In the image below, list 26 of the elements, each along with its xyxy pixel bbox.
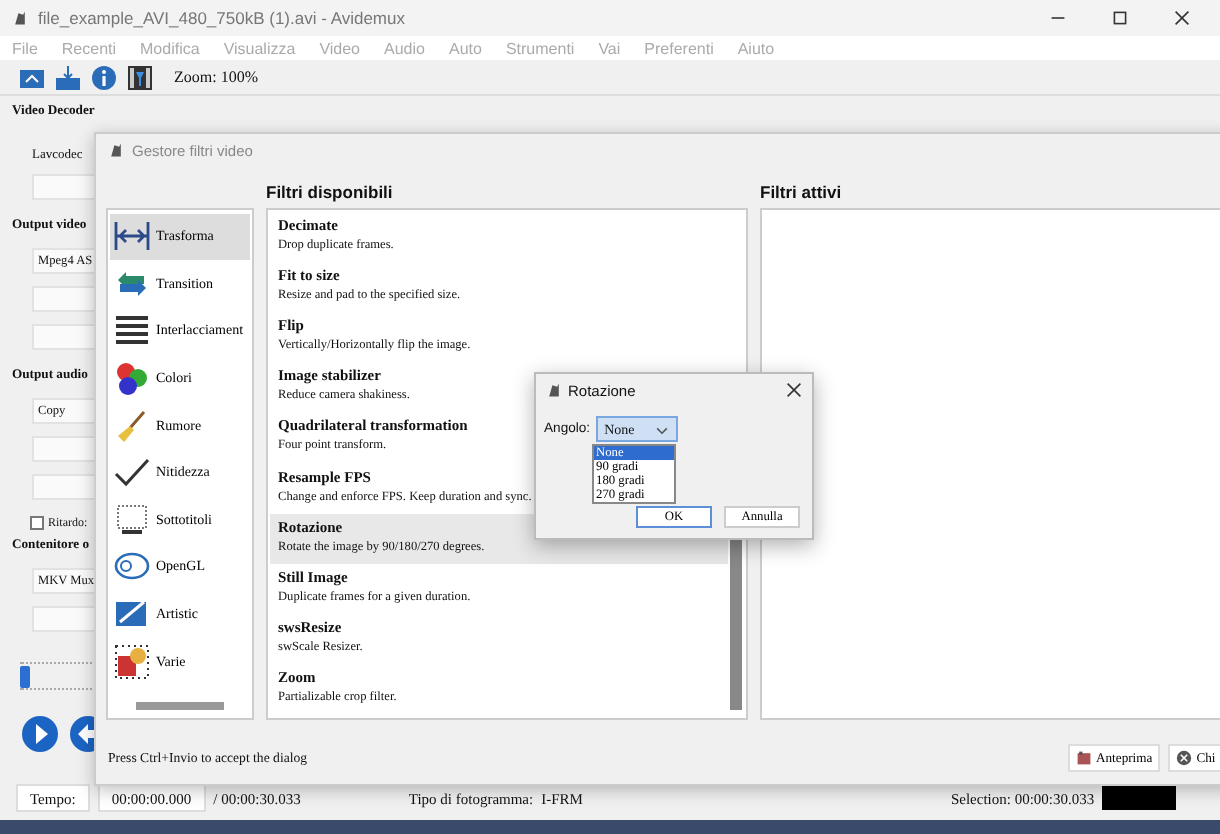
- app-icon: [108, 142, 124, 158]
- preview-area: [1102, 786, 1176, 810]
- double-arrow-icon: [114, 218, 150, 255]
- app-icon: [12, 10, 28, 26]
- app-icon: [546, 382, 562, 398]
- film-funnel-icon[interactable]: [126, 63, 154, 91]
- subtitle-icon: [114, 501, 150, 538]
- panel-header: Filtri attivi: [760, 180, 844, 206]
- zoom-label: Zoom: 100%: [174, 68, 258, 86]
- slider-thumb[interactable]: [20, 666, 30, 688]
- gl-logo-icon: [114, 548, 150, 585]
- close-icon[interactable]: [786, 382, 802, 398]
- panel-header: Filtri disponibili: [266, 180, 395, 206]
- play-icon[interactable]: [20, 714, 60, 754]
- shapes-icon: [114, 643, 150, 680]
- horizontal-scrollbar[interactable]: [136, 701, 224, 709]
- close-icon[interactable]: [1174, 10, 1190, 26]
- checkbox[interactable]: [30, 516, 44, 530]
- window-title: file_example_AVI_480_750kB (1).avi - Avidemux: [38, 8, 407, 28]
- info-icon[interactable]: [90, 63, 118, 91]
- maximize-icon[interactable]: [1112, 10, 1128, 26]
- tray-arrow-icon[interactable]: [54, 63, 82, 91]
- close-circle-icon: [1176, 750, 1193, 766]
- stripes-icon: [114, 312, 150, 349]
- color-balls-icon: [114, 360, 150, 397]
- broom-icon: [114, 407, 150, 444]
